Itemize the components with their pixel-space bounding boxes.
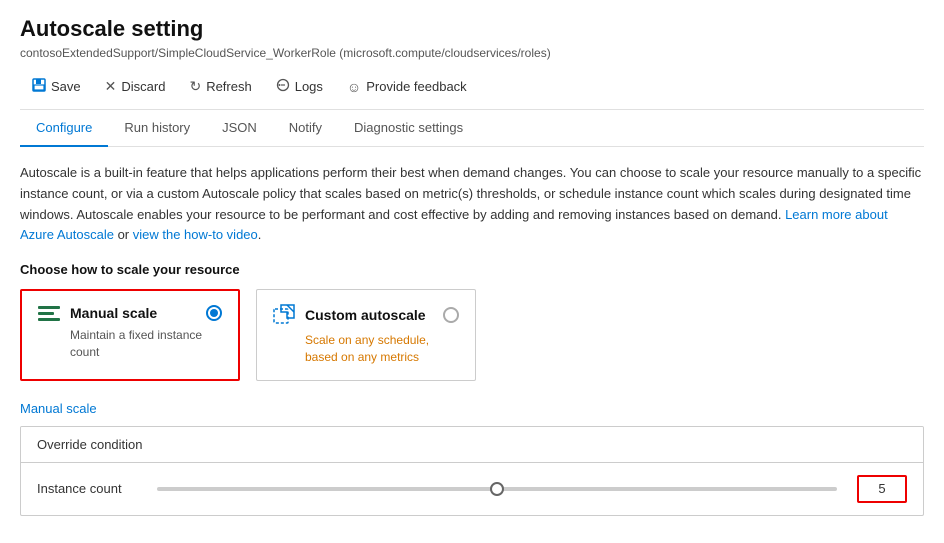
tab-notify[interactable]: Notify: [273, 110, 338, 147]
toolbar: Save ✕ Discard ↻ Refresh Logs ☺ Provide …: [20, 72, 924, 110]
refresh-label: Refresh: [206, 79, 252, 94]
feedback-icon: ☺: [347, 79, 361, 95]
scale-options: Manual scale Maintain a fixed instance c…: [20, 289, 924, 381]
instance-count-input[interactable]: [857, 475, 907, 503]
discard-button[interactable]: ✕ Discard: [93, 72, 178, 101]
discard-icon: ✕: [105, 78, 117, 95]
logs-button[interactable]: Logs: [264, 72, 335, 101]
manual-scale-section-label: Manual scale: [20, 401, 924, 416]
save-button[interactable]: Save: [20, 72, 93, 101]
manual-scale-desc: Maintain a fixed instance count: [70, 327, 222, 361]
tab-configure[interactable]: Configure: [20, 110, 108, 147]
save-label: Save: [51, 79, 81, 94]
feedback-label: Provide feedback: [366, 79, 466, 94]
manual-scale-radio[interactable]: [206, 305, 222, 321]
link-connector: or: [118, 227, 133, 242]
custom-autoscale-desc: Scale on any schedule, based on any metr…: [305, 332, 459, 366]
page-title: Autoscale setting: [20, 16, 924, 42]
manual-scale-icon: [38, 306, 60, 321]
custom-autoscale-card[interactable]: Custom autoscale Scale on any schedule, …: [256, 289, 476, 381]
tabs: Configure Run history JSON Notify Diagno…: [20, 110, 924, 147]
manual-scale-title-row: Manual scale: [38, 305, 157, 321]
manual-scale-card[interactable]: Manual scale Maintain a fixed instance c…: [20, 289, 240, 381]
instance-count-label: Instance count: [37, 481, 137, 496]
condition-header: Override condition: [21, 427, 923, 463]
refresh-button[interactable]: ↻ Refresh: [177, 72, 263, 101]
breadcrumb: contosoExtendedSupport/SimpleCloudServic…: [20, 46, 924, 60]
description-text: Autoscale is a built-in feature that hel…: [20, 163, 924, 246]
manual-scale-card-header: Manual scale: [38, 305, 222, 321]
condition-body: Instance count: [21, 463, 923, 515]
custom-autoscale-radio[interactable]: [443, 307, 459, 323]
custom-autoscale-title: Custom autoscale: [305, 307, 426, 323]
custom-autoscale-icon: [273, 304, 295, 326]
slider-container: [157, 487, 837, 491]
instance-count-slider[interactable]: [157, 487, 837, 491]
condition-box: Override condition Instance count: [20, 426, 924, 516]
tab-diagnostic-settings[interactable]: Diagnostic settings: [338, 110, 479, 147]
logs-label: Logs: [295, 79, 323, 94]
custom-autoscale-card-header: Custom autoscale: [273, 304, 459, 326]
scale-section-title: Choose how to scale your resource: [20, 262, 924, 277]
manual-scale-title: Manual scale: [70, 305, 157, 321]
discard-label: Discard: [121, 79, 165, 94]
custom-autoscale-title-row: Custom autoscale: [273, 304, 426, 326]
tab-run-history[interactable]: Run history: [108, 110, 206, 147]
logs-icon: [276, 78, 290, 95]
feedback-button[interactable]: ☺ Provide feedback: [335, 73, 479, 101]
save-icon: [32, 78, 46, 95]
refresh-icon: ↻: [189, 78, 201, 95]
tab-json[interactable]: JSON: [206, 110, 273, 147]
how-to-video-link[interactable]: view the how-to video: [133, 227, 258, 242]
